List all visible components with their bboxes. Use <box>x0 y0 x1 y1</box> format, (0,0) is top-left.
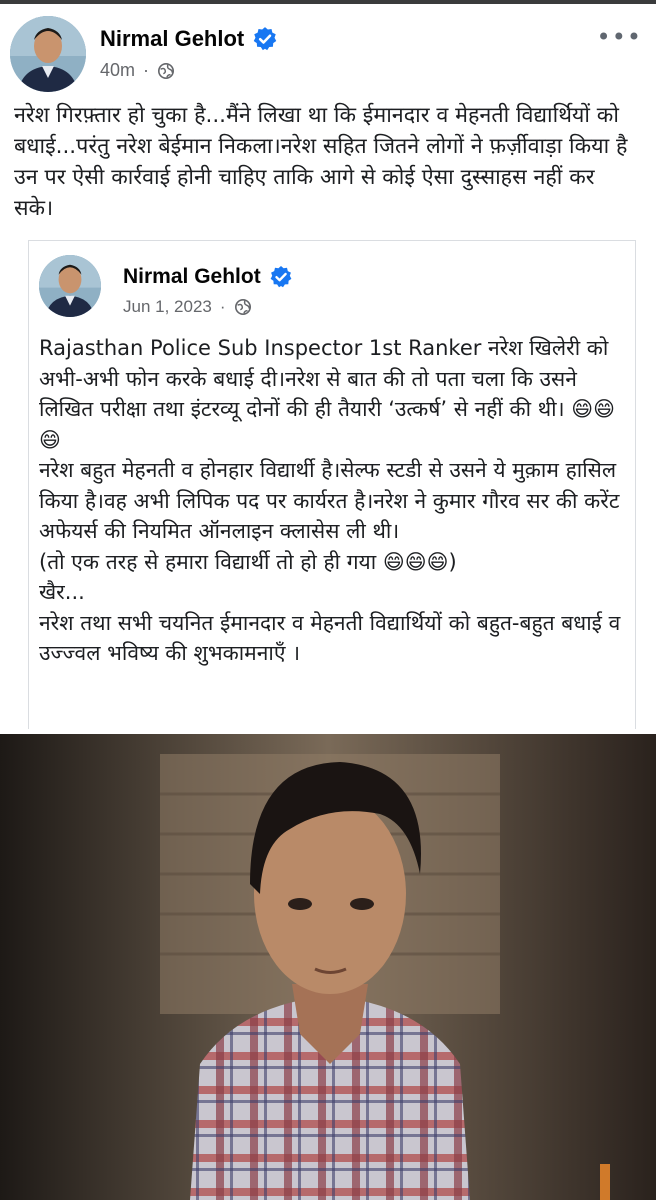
shared-author-name[interactable]: Nirmal Gehlot <box>123 265 261 289</box>
post-meta: 40m · <box>100 60 175 81</box>
post-photo[interactable] <box>0 734 656 1200</box>
post-header: Nirmal Gehlot 40m · ••• <box>0 4 656 92</box>
globe-icon <box>234 298 251 316</box>
author-avatar[interactable] <box>10 16 86 92</box>
shared-paragraph-2: नरेश बहुत मेहनती व होनहार विद्यार्थी है।… <box>39 458 620 543</box>
shared-post-meta: Jun 1, 2023 · <box>123 297 252 317</box>
shared-paragraph-5: नरेश तथा सभी चयनित ईमानदार व मेहनती विद्… <box>39 610 621 666</box>
shared-post-date[interactable]: Jun 1, 2023 <box>123 297 212 317</box>
verified-badge-icon <box>253 27 277 51</box>
shared-paragraph-4: खैर... <box>39 580 85 604</box>
shared-author-row: Nirmal Gehlot <box>123 265 293 289</box>
shared-paragraph-1: Rajasthan Police Sub Inspector 1st Ranke… <box>39 336 616 452</box>
shared-author-avatar[interactable] <box>39 255 101 317</box>
verified-badge-icon <box>270 266 292 288</box>
author-row: Nirmal Gehlot <box>100 26 278 52</box>
author-name[interactable]: Nirmal Gehlot <box>100 26 244 52</box>
meta-separator: · <box>143 60 150 80</box>
post-text: नरेश गिरफ़्तार हो चुका है...मैंने लिखा थ… <box>14 103 628 221</box>
shared-paragraph-3: (तो एक तरह से हमारा विद्यार्थी तो हो ही … <box>39 549 457 574</box>
portrait-image <box>0 734 656 1200</box>
meta-separator: · <box>219 297 226 316</box>
post-time[interactable]: 40m <box>100 60 135 81</box>
shared-post[interactable]: Nirmal Gehlot Jun 1, 2023 · Rajasthan Po… <box>28 240 636 729</box>
shared-post-text: Rajasthan Police Sub Inspector 1st Ranke… <box>39 333 623 669</box>
globe-icon <box>158 62 175 79</box>
more-options-icon[interactable]: ••• <box>597 25 642 49</box>
